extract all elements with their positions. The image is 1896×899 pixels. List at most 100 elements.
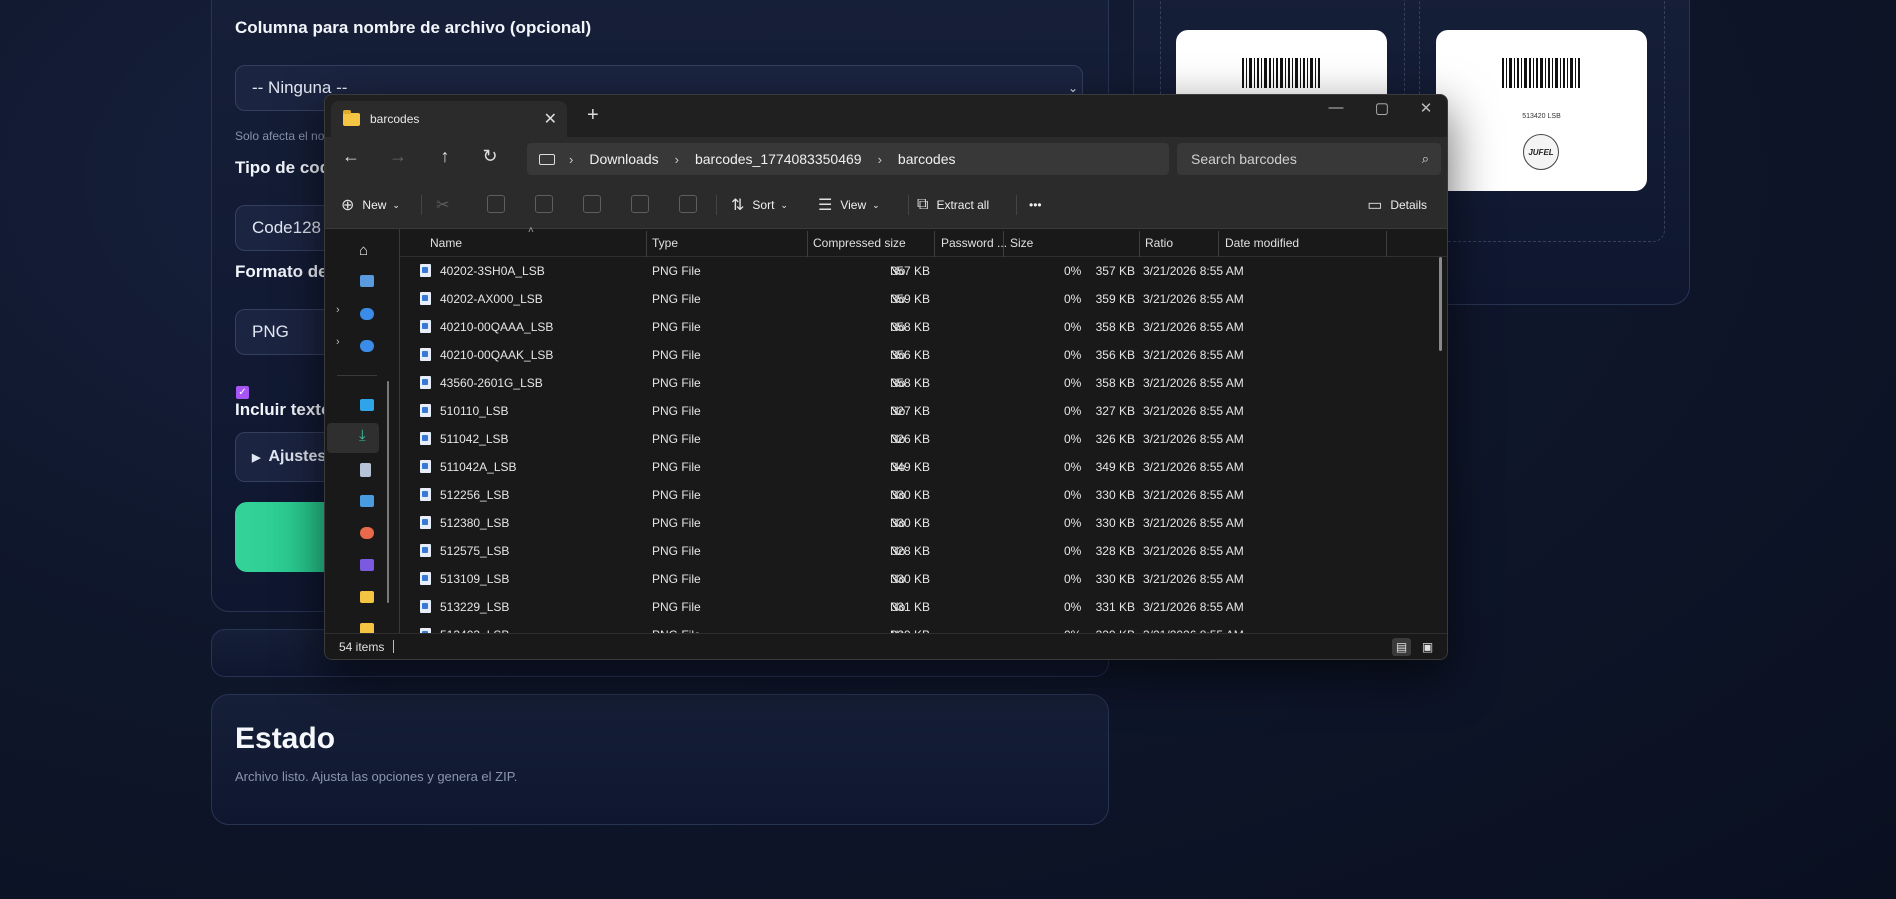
search-input[interactable]: Search barcodes ⌕: [1177, 143, 1441, 175]
documents-icon[interactable]: [360, 463, 371, 477]
delete-icon[interactable]: [679, 195, 697, 213]
plus-circle-icon: ⊕: [341, 197, 355, 214]
address-bar[interactable]: › Downloads › barcodes_1774083350469 › b…: [527, 143, 1169, 175]
up-icon[interactable]: ↑: [431, 146, 459, 167]
breadcrumb-zip[interactable]: barcodes_1774083350469: [695, 151, 862, 167]
share-icon[interactable]: [631, 195, 649, 213]
view-button[interactable]: ☰ View ⌄: [818, 193, 880, 217]
folder-icon[interactable]: [360, 591, 374, 603]
status-text: Archivo listo. Ajusta las opciones y gen…: [235, 769, 518, 784]
extract-all-button[interactable]: ⧉ Extract all: [917, 193, 989, 217]
forward-icon[interactable]: →: [384, 146, 412, 167]
file-row[interactable]: 40210-00QAAK_LSB PNG File 356 KB No 356 KB 0%…: [400, 341, 1437, 369]
file-row[interactable]: 512575_LSB PNG File 328 KB No 328 KB 0% 3/21/2…: [400, 537, 1437, 565]
status-bar: 54 items ▤ ▣: [325, 633, 1447, 659]
barcode-type-value: Code128 (: [252, 218, 332, 237]
home-icon[interactable]: ⌂: [359, 242, 368, 259]
new-button[interactable]: ⊕ New ⌄: [341, 193, 400, 217]
pictures-icon[interactable]: [360, 495, 374, 507]
file-name: 40202-3SH0A_LSB: [440, 264, 545, 278]
new-tab-icon[interactable]: +: [587, 104, 599, 127]
extract-label: Extract all: [936, 198, 990, 212]
gallery-icon[interactable]: [360, 275, 374, 287]
sort-button[interactable]: ⇅ Sort ⌄: [731, 193, 788, 217]
videos-icon[interactable]: [360, 559, 374, 571]
file-ratio: 0%: [1064, 348, 1082, 362]
onedrive-icon[interactable]: [360, 308, 374, 320]
file-row[interactable]: 511042A_LSB PNG File 349 KB No 349 KB 0% 3/21/…: [400, 453, 1437, 481]
file-size: 356 KB: [1095, 348, 1135, 362]
triangle-right-icon: ▶: [252, 451, 261, 464]
column-password[interactable]: Password ...: [941, 236, 1007, 250]
more-label: •••: [1029, 198, 1042, 212]
file-name: 512256_LSB: [440, 488, 510, 502]
file-row[interactable]: 512380_LSB PNG File 330 KB No 330 KB 0% 3/21/2…: [400, 509, 1437, 537]
file-name: 510110_LSB: [440, 404, 509, 418]
desktop-icon[interactable]: [360, 399, 374, 411]
file-ratio: 0%: [1064, 488, 1082, 502]
tab-barcodes[interactable]: barcodes ✕: [331, 101, 567, 137]
file-row[interactable]: 513229_LSB PNG File 331 KB No 331 KB 0% 3/21/2…: [400, 593, 1437, 621]
rename-icon[interactable]: [583, 195, 601, 213]
column-name[interactable]: Name: [430, 236, 462, 250]
include-text-checkbox[interactable]: ✓: [236, 386, 249, 399]
breadcrumb-downloads[interactable]: Downloads: [589, 151, 658, 167]
png-file-icon: [420, 572, 431, 585]
extract-icon: ⧉: [917, 196, 929, 213]
more-options-button[interactable]: •••: [1029, 193, 1042, 217]
file-type: PNG File: [652, 264, 701, 278]
onedrive-icon[interactable]: [360, 340, 374, 352]
tiles-view-icon[interactable]: ▣: [1418, 638, 1437, 656]
view-label: View: [840, 198, 867, 212]
column-ratio[interactable]: Ratio: [1145, 236, 1173, 250]
file-list-scrollbar[interactable]: [1439, 257, 1442, 351]
file-date: 3/21/2026 8:55 AM: [1143, 544, 1244, 558]
copy-icon[interactable]: [487, 195, 505, 213]
file-size: 326 KB: [1095, 432, 1135, 446]
back-icon[interactable]: ←: [337, 146, 365, 167]
breadcrumb-barcodes[interactable]: barcodes: [898, 151, 956, 167]
close-tab-icon[interactable]: ✕: [544, 109, 557, 129]
tab-title: barcodes: [370, 112, 420, 126]
details-button[interactable]: ▭ Details: [1367, 193, 1427, 217]
chevron-down-icon: ⌄: [780, 199, 788, 210]
status-title: Estado: [235, 722, 336, 755]
column-size[interactable]: Size: [1010, 236, 1033, 250]
file-password: No: [890, 600, 906, 614]
file-size: 328 KB: [1095, 544, 1135, 558]
file-row[interactable]: 40202-AX000_LSB PNG File 359 KB No 359 KB 0% 3…: [400, 285, 1437, 313]
expand-icon[interactable]: ›: [336, 304, 340, 316]
column-date-modified[interactable]: Date modified: [1225, 236, 1299, 250]
column-compressed-size[interactable]: Compressed size: [813, 236, 906, 250]
file-row[interactable]: 510110_LSB PNG File 327 KB No 327 KB 0% 3/21/2…: [400, 397, 1437, 425]
png-file-icon: [420, 600, 431, 613]
details-view-icon[interactable]: ▤: [1392, 638, 1411, 656]
file-date: 3/21/2026 8:55 AM: [1143, 348, 1244, 362]
png-file-icon: [420, 292, 431, 305]
item-count: 54 items: [339, 640, 385, 654]
refresh-icon[interactable]: ↻: [476, 146, 504, 167]
maximize-icon[interactable]: ▢: [1367, 99, 1397, 117]
music-icon[interactable]: [360, 527, 374, 539]
file-row[interactable]: 513109_LSB PNG File 330 KB No 330 KB 0% 3/21/2…: [400, 565, 1437, 593]
cut-icon[interactable]: ✂: [436, 195, 449, 215]
file-size: 331 KB: [1095, 600, 1135, 614]
selected-indicator: [327, 423, 379, 453]
file-type: PNG File: [652, 376, 701, 390]
filename-column-hint: Solo afecta el no: [235, 129, 325, 143]
file-row[interactable]: 43560-2601G_LSB PNG File 358 KB No 358 KB 0% 3…: [400, 369, 1437, 397]
downloads-icon[interactable]: ⤓: [359, 427, 366, 444]
file-row[interactable]: 512256_LSB PNG File 330 KB No 330 KB 0% 3/21/2…: [400, 481, 1437, 509]
expand-icon[interactable]: ›: [336, 336, 340, 348]
column-type[interactable]: Type: [652, 236, 678, 250]
file-row[interactable]: 40210-00QAAA_LSB PNG File 358 KB No 358 KB 0%…: [400, 313, 1437, 341]
minimize-icon[interactable]: —: [1321, 99, 1351, 116]
file-password: No: [890, 264, 906, 278]
close-window-icon[interactable]: ✕: [1411, 99, 1441, 117]
file-date: 3/21/2026 8:55 AM: [1143, 320, 1244, 334]
file-type: PNG File: [652, 516, 701, 530]
paste-icon[interactable]: [535, 195, 553, 213]
file-row[interactable]: 40202-3SH0A_LSB PNG File 357 KB No 357 KB 0% 3…: [400, 257, 1437, 285]
nav-scrollbar[interactable]: [387, 381, 389, 603]
file-row[interactable]: 511042_LSB PNG File 326 KB No 326 KB 0% 3/21/2…: [400, 425, 1437, 453]
